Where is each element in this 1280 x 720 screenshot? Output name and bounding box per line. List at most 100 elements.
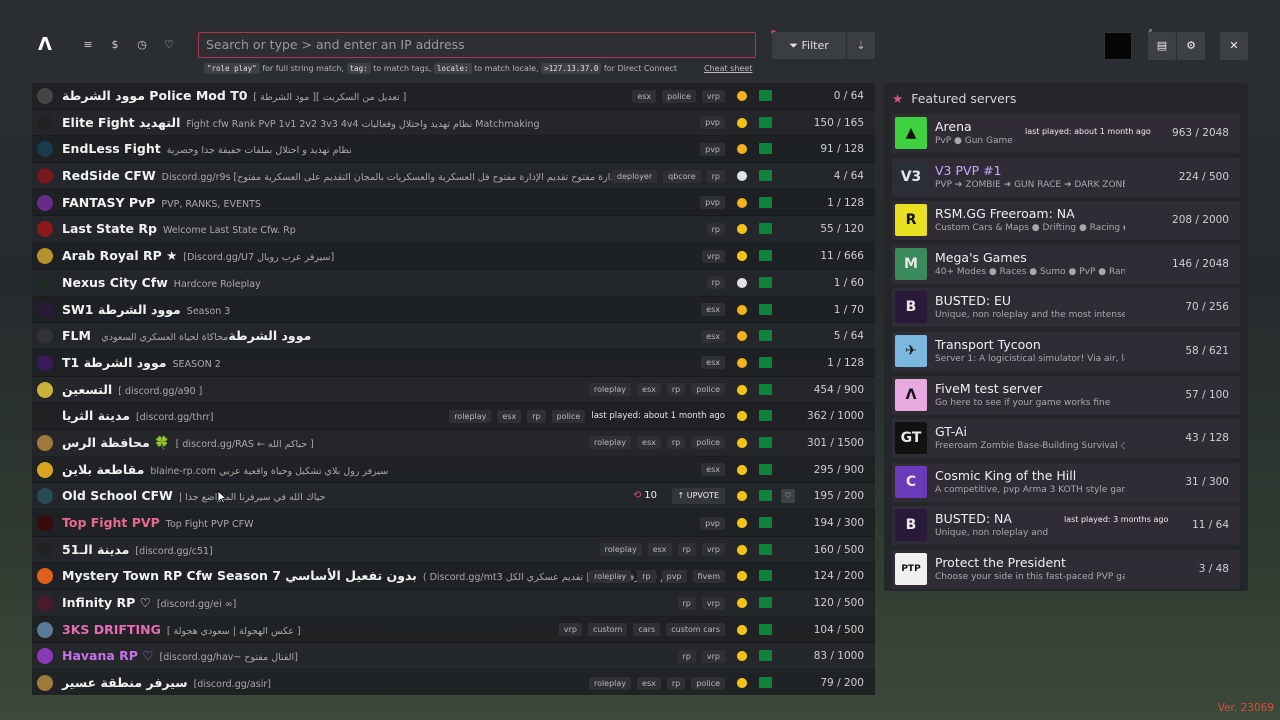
favorite-heart-icon[interactable]: ♡ [781,489,795,504]
server-tag[interactable]: police [691,676,725,690]
server-tag[interactable]: roleplay [588,436,632,450]
server-tag[interactable]: rp [706,276,725,290]
server-row[interactable]: 3KS DRIFTING [ عكس الهجولة | سعودي هجولة … [32,616,875,644]
server-row[interactable]: Havana RP ♡ [discord.gg/hav~ الفتال مفتوح… [32,643,875,671]
server-tag[interactable]: pvp [661,569,687,583]
server-row[interactable]: T1 موود الشرطة SEASON 2 esx 1 / 128 [32,349,875,377]
server-row[interactable]: SW1 موود الشرطة Season 3 esx 1 / 70 [32,296,875,324]
server-tag[interactable]: pvp [700,142,725,156]
server-row[interactable]: مدينة الثريا [discord.gg/thrr] roleplay esx… [32,403,875,430]
server-tag[interactable]: rp [706,169,725,183]
server-tag[interactable]: roleplay [599,543,642,557]
server-row[interactable]: التسعين [ discord.gg/a90 ] roleplay esx rp po… [32,376,875,404]
server-tag[interactable]: fivem [692,569,725,583]
server-list-button[interactable]: ▤ [1148,32,1176,60]
server-tag[interactable]: vrp [558,623,582,637]
sun-icon [737,544,747,555]
featured-server-card[interactable]: R RSM.GG Freeroam: NA Custom Cars & Maps ●… [892,201,1240,241]
server-tag[interactable]: esx [647,543,672,557]
avatar[interactable] [1104,32,1132,60]
server-tag[interactable]: rp [706,222,725,236]
fivem-logo[interactable]: Λ [38,36,54,54]
cheat-sheet-link[interactable]: Cheat sheet [704,64,752,73]
server-tag[interactable]: vrp [701,89,725,103]
featured-server-card[interactable]: GT GT-Ai Freeroam Zombie Base-Building Sur… [892,419,1240,459]
upvote-button[interactable]: ↑ UPVOTE [671,488,725,505]
server-tag[interactable]: vrp [701,649,725,663]
server-tag[interactable]: rp [677,649,696,663]
server-tag[interactable]: police [551,409,586,423]
search-input[interactable]: Search or type > and enter an IP address [198,32,756,58]
server-tag[interactable]: rp [637,569,656,583]
server-tag[interactable]: rp [666,676,686,690]
server-tag[interactable]: esx [632,89,657,103]
server-tag[interactable]: pvp [700,196,725,210]
settings-button[interactable]: ⚙ [1177,32,1205,60]
filter-button[interactable]: ⏷ Filter [772,32,846,59]
server-row[interactable]: Elite Fight التهديد Fight cfw Rank PvP 1v… [32,109,875,137]
server-tag[interactable]: qbcore [663,169,701,183]
dollar-icon[interactable]: $ [108,38,122,52]
heart-icon[interactable]: ♡ [162,38,176,52]
server-tag[interactable]: roleplay [588,383,632,397]
server-tag[interactable]: vrp [701,596,725,610]
server-tag[interactable]: roleplay [588,676,632,690]
server-row[interactable]: Top Fight PVP Top Fight PVP CFW pvp 194 / 3… [32,510,875,537]
locale-flag-icon [759,517,772,528]
featured-server-card[interactable]: B BUSTED: NA Unique, non roleplay and last … [892,506,1240,546]
server-row[interactable]: EndLess Fight نظام تهديد و احتلال بملفات … [32,136,875,164]
featured-server-card[interactable]: M Mega's Games 40+ Modes ● Races ● Sumo ● … [892,244,1240,284]
server-tag[interactable]: vrp [701,249,725,263]
server-row[interactable]: Arab Royal RP ★ [Discord.gg/U7 سيرفر عرب … [32,243,875,270]
server-tag[interactable]: rp [527,409,546,423]
server-row[interactable]: محافظة الرس 🍀 [ discord.gg/RAS ← حياكم ال… [32,429,875,457]
server-row[interactable]: مدينة الـ51 [discord.gg/c51] roleplay esx rp… [32,536,875,564]
server-tag[interactable]: esx [701,356,725,370]
server-tag[interactable]: vrp [701,543,725,557]
server-tag[interactable]: esx [637,383,661,397]
history-icon[interactable]: ◷ [135,38,149,52]
server-tag[interactable]: custom cars [666,623,725,637]
server-tag[interactable]: police [662,89,696,103]
featured-server-card[interactable]: B BUSTED: EU Unique, non roleplay and the … [892,288,1240,328]
server-tag[interactable]: rp [677,596,696,610]
server-row[interactable]: RedSide CFW Discord.gg/r9s [قل الإدارة مف… [32,163,875,190]
server-row[interactable]: FANTASY PvP PVP, RANKS, EVENTS pvp 1 / 128 [32,189,875,217]
server-tag[interactable]: custom [588,623,628,637]
server-tag[interactable]: police [691,436,725,450]
server-row[interactable]: Last State Rp Welcome Last State Cfw. Rp r… [32,216,875,244]
server-tag[interactable]: deployer [612,169,658,183]
server-tag[interactable]: cars [633,623,661,637]
server-tag[interactable]: police [691,383,725,397]
server-tag[interactable]: roleplay [589,569,632,583]
close-button[interactable]: ✕ [1220,32,1248,60]
server-row[interactable]: Mystery Town RP Cfw Season 7 بدون تفعيل … [32,563,875,591]
list-icon[interactable]: ≡ [81,38,95,52]
featured-server-card[interactable]: ✈ Transport Tycoon Server 1: A logicistica… [892,332,1240,371]
server-row[interactable]: موود الشرطة Police Mod T0 [ مود الشرطة ][… [32,83,875,110]
server-tag[interactable]: pvp [700,516,725,530]
server-row[interactable]: Nexus City Cfw Hardcore Roleplay rp 1 / 60 [32,269,875,297]
server-row[interactable]: FLM موود الشرطةمحاكاة لحياة العسكري السع… [32,323,875,350]
server-tag[interactable]: esx [701,303,725,316]
server-tag[interactable]: rp [666,436,686,450]
server-tag[interactable]: esx [701,329,725,343]
server-tag[interactable]: pvp [700,116,725,130]
server-tag[interactable]: roleplay [449,409,492,423]
sort-button[interactable]: ⇣ [847,32,875,59]
server-tag[interactable]: rp [666,383,686,397]
server-row[interactable]: Old School CFW | حياك الله في سيرفرنا الم… [32,483,875,510]
server-tag[interactable]: rp [677,543,696,557]
featured-server-card[interactable]: V3 V3 PVP #1 PVP ➔ ZOMBIE ➔ GUN RACE ➔ DAR… [892,157,1240,197]
server-row[interactable]: مقاطعة بلاين blaine-rp.com سيرفر رول بلاي… [32,456,875,484]
server-tag[interactable]: esx [701,463,725,477]
featured-server-card[interactable]: C Cosmic King of the Hill A competitive, p… [892,462,1240,502]
server-tag[interactable]: esx [637,676,661,690]
featured-server-card[interactable]: ▲ Arena PvP ● Gun Game last played: about 1… [892,114,1240,153]
server-row[interactable]: Infinity RP ♡ [discord.gg/ei ∞] rp vrp 120 /… [32,590,875,617]
server-tag[interactable]: esx [637,436,661,450]
server-row[interactable]: سيرفر منطقة عسير [discord.gg/asir] rolepla… [32,670,875,695]
server-tag[interactable]: esx [497,409,522,423]
featured-server-card[interactable]: Λ FiveM test server Go here to see if your… [892,375,1240,415]
featured-server-card[interactable]: PTP Protect the President Choose your side… [892,550,1240,589]
